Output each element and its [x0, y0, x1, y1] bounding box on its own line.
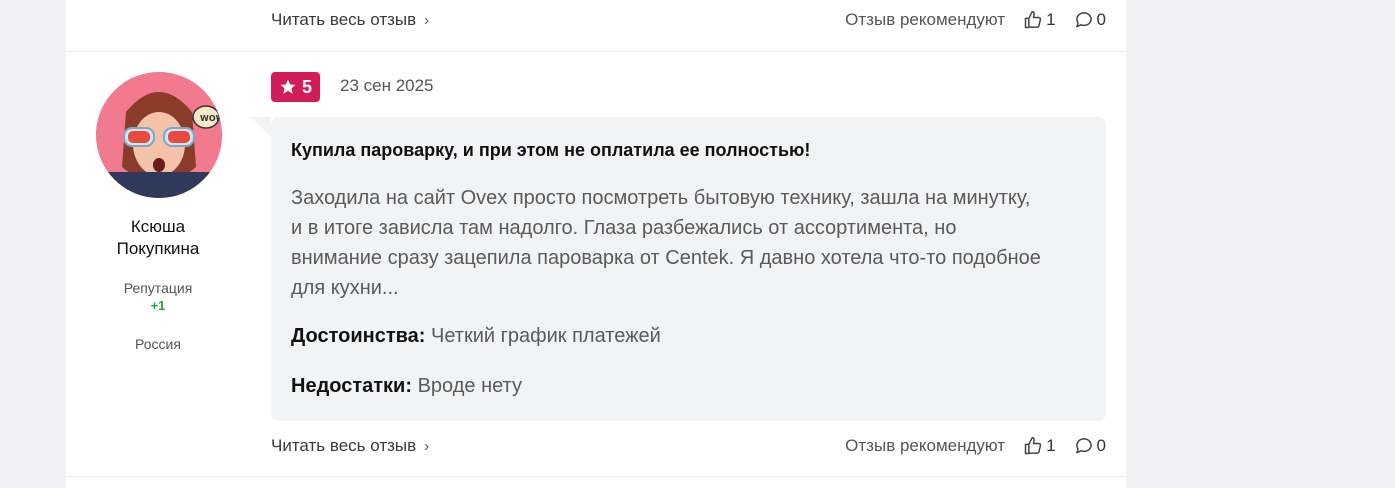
cons-text: Вроде нету: [417, 375, 522, 397]
bubble-tail: [251, 117, 271, 137]
divider: [66, 51, 1126, 52]
thumbs-up-icon: [1024, 436, 1042, 455]
star-icon: [280, 79, 296, 94]
read-full-review-link[interactable]: Читать весь отзыв ›: [271, 436, 429, 456]
author-country: Россия: [135, 336, 181, 352]
review-text-line: и в итоге зависла там надолго. Глаза раз…: [291, 217, 957, 239]
review-title: Купила пароварку, и при этом не оплатила…: [291, 140, 811, 160]
like-button[interactable]: 1: [1023, 436, 1056, 456]
chevron-right-icon: ›: [424, 437, 430, 455]
review-pros: Достоинства: Четкий график платежей: [291, 325, 661, 348]
reputation-value: +1: [150, 298, 166, 313]
pros-text: Четкий график платежей: [431, 325, 661, 347]
rating-value: 5: [302, 76, 313, 97]
author-first-name: Ксюша: [130, 217, 186, 236]
comment-icon: [1075, 438, 1092, 454]
recommend-label: Отзыв рекомендуют: [845, 10, 1006, 29]
author-name[interactable]: Ксюша Покупкина: [66, 216, 250, 260]
reputation-label: Репутация: [123, 280, 193, 296]
review-actions: Читать весь отзыв › Отзыв рекомендуют 1 …: [271, 434, 1106, 458]
review-date: 23 сен 2025: [340, 76, 434, 95]
read-more-label: Читать весь отзыв: [271, 436, 417, 455]
reviews-card: Читать весь отзыв › Отзыв рекомендуют 1 …: [66, 0, 1126, 488]
rating-badge: 5: [271, 72, 321, 102]
comment-icon: [1075, 12, 1092, 28]
svg-text:WOW: WOW: [200, 114, 222, 123]
cons-label: Недостатки:: [291, 375, 413, 397]
comment-button[interactable]: 0: [1074, 436, 1106, 456]
review-text-line: для кухни...: [291, 277, 399, 299]
review-text-line: Заходила на сайт Ovex просто посмотреть …: [291, 187, 1031, 209]
prev-review-actions: Читать весь отзыв › Отзыв рекомендуют 1 …: [271, 8, 1106, 32]
comment-count: 0: [1096, 10, 1106, 29]
read-more-label: Читать весь отзыв: [271, 10, 417, 29]
read-full-review-link[interactable]: Читать весь отзыв ›: [271, 10, 429, 30]
comment-count: 0: [1096, 436, 1106, 455]
chevron-right-icon: ›: [424, 11, 430, 29]
like-count: 1: [1046, 10, 1056, 29]
thumbs-up-icon: [1024, 10, 1042, 29]
review-content: Купила пароварку, и при этом не оплатила…: [251, 117, 1106, 421]
like-button[interactable]: 1: [1023, 10, 1056, 30]
avatar[interactable]: WOW: [96, 72, 222, 198]
author-last-name: Покупкина: [116, 239, 200, 258]
review-text: Заходила на сайт Ovex просто посмотреть …: [291, 183, 1091, 303]
pros-label: Достоинства:: [291, 325, 426, 347]
comment-button[interactable]: 0: [1074, 10, 1106, 30]
review-cons: Недостатки: Вроде нету: [291, 375, 522, 398]
divider: [66, 476, 1126, 477]
recommend-label: Отзыв рекомендуют: [845, 436, 1006, 455]
like-count: 1: [1046, 436, 1056, 455]
review-text-line: внимание сразу зацепила пароварка от Cen…: [291, 247, 1041, 269]
